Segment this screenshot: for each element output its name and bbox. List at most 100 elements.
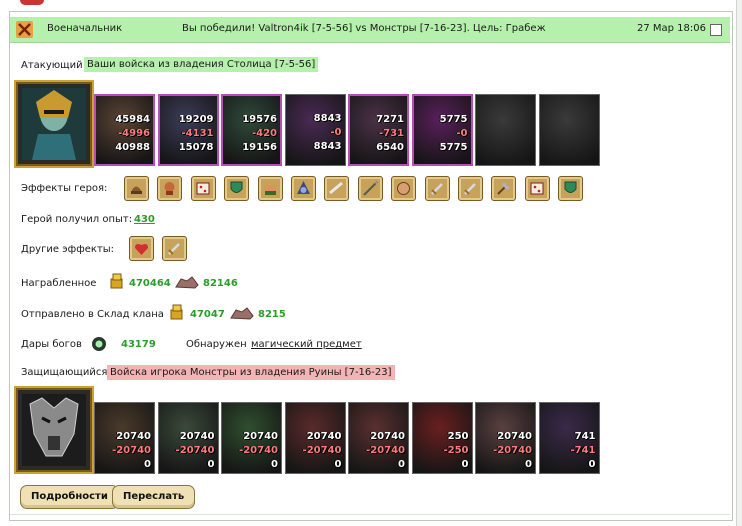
unit-losses: -731 [378,128,404,139]
unit-remaining: 0 [334,459,342,470]
spear-icon[interactable] [357,176,383,201]
attacker-unit-card[interactable]: 19209 -4131 15078 [157,94,219,166]
defender-unit-card[interactable]: 20740 -20740 0 [94,402,155,474]
loot-label: Награбленное [21,278,97,289]
report-role: Военачальник [47,23,123,34]
attacker-unit-card[interactable]: 19576 -420 19156 [221,94,282,166]
hero-portrait-icon [22,394,86,466]
sword-icon[interactable] [162,236,187,261]
attacker-hero-portrait[interactable] [14,80,94,168]
unit-remaining: 40988 [115,142,150,153]
egg-icon[interactable] [391,176,417,201]
unit-losses: -741 [570,445,596,456]
unit-losses: -0 [330,127,342,138]
pentagram-icon[interactable] [291,176,316,201]
unit-count: 7271 [376,114,404,125]
ore-icon [175,276,199,289]
unit-losses: -20740 [302,445,342,456]
dice-icon[interactable] [190,176,216,201]
unit-losses: -20740 [493,445,532,456]
attacker-unit-card[interactable] [475,94,536,166]
defender-unit-card[interactable]: 250 -250 0 [411,402,473,474]
gifts-label: Дары богов [21,339,82,350]
attacker-unit-card[interactable]: 45984 -4996 40988 [94,94,155,166]
unit-count: 20740 [243,431,278,442]
unit-remaining: 6540 [376,142,404,153]
unit-count: 741 [574,431,596,442]
unit-losses: -20740 [112,445,151,456]
top-tab-stub [20,0,44,5]
unit-losses: -20740 [366,445,405,456]
unit-losses: -420 [251,128,277,139]
unit-count: 20740 [116,431,151,442]
scrollbar[interactable] [736,0,742,526]
unit-count: 19576 [242,114,277,125]
select-checkbox[interactable] [710,24,722,36]
unit-count: 45984 [115,114,150,125]
gold-icon [110,273,123,289]
unit-remaining: 5775 [439,142,468,153]
defender-label: Защищающийся [21,367,108,378]
unit-remaining: 15078 [178,142,214,153]
skull-icon[interactable] [157,176,183,201]
details-button[interactable]: Подробности [20,485,119,509]
gifts-value: 43179 [121,339,156,350]
unit-losses: -4131 [181,128,214,139]
axe-icon[interactable] [491,176,517,201]
shield-icon[interactable] [224,176,250,201]
attacker-unit-card[interactable]: 8843 -0 8843 [284,94,346,166]
unit-remaining: 0 [588,459,596,470]
attacker-unit-card[interactable]: 7271 -731 6540 [348,94,409,166]
unit-portrait [539,95,599,165]
sword-icon[interactable] [458,176,483,201]
experience-value[interactable]: 430 [134,214,155,225]
unit-count: 20740 [497,431,532,442]
unit-losses: -4996 [118,128,150,139]
ore-icon [230,307,254,320]
divider [10,514,730,515]
battle-icon [16,21,33,38]
attacker-tag: Ваши войска из владения Столица [7-5-56] [84,57,319,72]
defender-unit-card[interactable]: 20740 -20740 0 [475,402,536,474]
magic-item-link[interactable]: магический предмет [251,339,362,350]
experience-label: Герой получил опыт: [21,214,133,225]
hero-effects-label: Эффекты героя: [21,183,108,194]
clan-gold: 47047 [190,309,225,320]
defender-unit-card[interactable]: 20740 -20740 0 [348,402,409,474]
loot-gold: 470464 [129,278,171,289]
defender-unit-card[interactable]: 741 -741 0 [538,402,600,474]
forward-button[interactable]: Переслать [112,485,196,509]
clan-ore: 8215 [258,309,286,320]
unit-count: 20740 [306,431,342,442]
unit-remaining: 0 [207,459,215,470]
unit-count: 8843 [313,113,342,124]
unit-remaining: 0 [271,459,278,470]
unit-count: 19209 [178,114,214,125]
sword-icon[interactable] [424,176,450,201]
fist-icon[interactable] [257,176,283,201]
attacker-unit-card[interactable] [538,94,600,166]
shield-icon[interactable] [558,176,584,201]
unit-losses: -20740 [175,445,215,456]
unit-remaining: 0 [461,459,469,470]
dice-icon[interactable] [524,176,550,201]
helmet-icon[interactable] [124,176,149,201]
found-label: Обнаружен [186,339,247,350]
scroll-icon[interactable] [324,176,350,201]
other-effects-label: Другие эффекты: [21,244,115,255]
defender-hero-portrait[interactable] [14,386,94,474]
defender-unit-card[interactable]: 20740 -20740 0 [157,402,219,474]
attacker-label: Атакующий [21,60,83,71]
unit-remaining: 0 [525,459,532,470]
unit-remaining: 0 [144,459,151,470]
report-date: 27 Мар 18:06 [637,23,707,34]
hero-portrait-icon [22,88,86,160]
attacker-unit-card[interactable]: 5775 -0 5775 [411,94,473,166]
heart-icon[interactable] [129,236,154,261]
defender-unit-card[interactable]: 20740 -20740 0 [221,402,282,474]
unit-remaining: 8843 [313,141,342,152]
unit-count: 5775 [439,114,468,125]
loot-ore: 82146 [203,278,238,289]
defender-unit-card[interactable]: 20740 -20740 0 [284,402,346,474]
unit-count: 20740 [179,431,215,442]
